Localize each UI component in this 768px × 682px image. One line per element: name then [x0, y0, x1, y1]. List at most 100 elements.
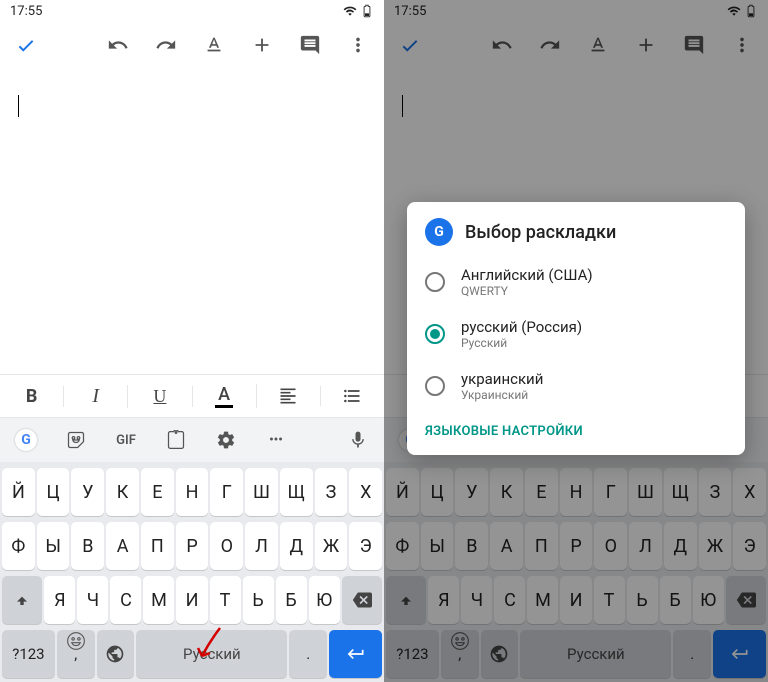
key-letter[interactable]: Т	[210, 576, 241, 624]
layout-option[interactable]: украинский Украинский	[407, 360, 745, 412]
more-button[interactable]: •••	[252, 418, 300, 462]
key-letter[interactable]: К	[106, 468, 139, 516]
key-letter[interactable]: Е	[525, 468, 558, 516]
key-letter[interactable]: Й	[2, 468, 35, 516]
key-letter[interactable]: И	[176, 576, 207, 624]
confirm-button[interactable]	[4, 23, 48, 67]
key-letter[interactable]: Г	[594, 468, 627, 516]
key-letter[interactable]: Я	[44, 576, 75, 624]
insert-button[interactable]	[624, 23, 668, 67]
key-letter[interactable]: О	[594, 522, 627, 570]
undo-button[interactable]	[96, 23, 140, 67]
key-letter[interactable]: К	[490, 468, 523, 516]
key-letter[interactable]: С	[494, 576, 525, 624]
language-switch-key[interactable]	[97, 630, 135, 678]
key-letter[interactable]: Ь	[243, 576, 274, 624]
layout-option[interactable]: русский (Россия) Русский	[407, 308, 745, 360]
key-letter[interactable]: Х	[733, 468, 766, 516]
key-letter[interactable]: В	[455, 522, 488, 570]
layout-option[interactable]: Английский (США) QWERTY	[407, 256, 745, 308]
key-letter[interactable]: Щ	[664, 468, 697, 516]
text-format-button[interactable]	[192, 23, 236, 67]
key-letter[interactable]: Ш	[629, 468, 662, 516]
key-letter[interactable]: П	[141, 522, 174, 570]
key-letter[interactable]: Ф	[386, 522, 419, 570]
text-color-button[interactable]: A	[193, 384, 257, 408]
key-letter[interactable]: Р	[560, 522, 593, 570]
underline-button[interactable]: U	[128, 386, 192, 407]
redo-button[interactable]	[528, 23, 572, 67]
document-area[interactable]	[0, 68, 384, 374]
key-letter[interactable]: Р	[176, 522, 209, 570]
key-letter[interactable]: Д	[664, 522, 697, 570]
key-letter[interactable]: Ч	[77, 576, 108, 624]
key-letter[interactable]: Ч	[461, 576, 492, 624]
confirm-button[interactable]	[388, 23, 432, 67]
period-key[interactable]: .	[289, 630, 327, 678]
key-letter[interactable]: Ц	[421, 468, 454, 516]
key-letter[interactable]: З	[699, 468, 732, 516]
key-letter[interactable]: Л	[629, 522, 662, 570]
enter-key[interactable]	[329, 630, 382, 678]
shift-key[interactable]	[2, 576, 42, 624]
gif-button[interactable]: GIF	[102, 418, 150, 462]
key-letter[interactable]: Л	[245, 522, 278, 570]
key-letter[interactable]: О	[210, 522, 243, 570]
key-letter[interactable]: Э	[733, 522, 766, 570]
redo-button[interactable]	[144, 23, 188, 67]
align-button[interactable]	[257, 386, 321, 406]
key-letter[interactable]: Ф	[2, 522, 35, 570]
key-letter[interactable]: Т	[594, 576, 625, 624]
shift-key[interactable]	[386, 576, 426, 624]
key-letter[interactable]: Х	[349, 468, 382, 516]
key-letter[interactable]: Ы	[421, 522, 454, 570]
key-letter[interactable]: У	[71, 468, 104, 516]
numeric-key[interactable]: ?123	[2, 630, 55, 678]
key-letter[interactable]: Ж	[315, 522, 348, 570]
comment-button[interactable]	[288, 23, 332, 67]
key-letter[interactable]: Ж	[699, 522, 732, 570]
key-letter[interactable]: Э	[349, 522, 382, 570]
clipboard-button[interactable]	[152, 418, 200, 462]
italic-button[interactable]: I	[64, 385, 128, 408]
comma-key[interactable]: ,	[441, 630, 479, 678]
mic-button[interactable]	[334, 418, 382, 462]
undo-button[interactable]	[480, 23, 524, 67]
key-letter[interactable]: А	[490, 522, 523, 570]
text-format-button[interactable]	[576, 23, 620, 67]
list-button[interactable]	[321, 386, 384, 406]
overflow-menu-button[interactable]	[336, 23, 380, 67]
key-letter[interactable]: Ю	[693, 576, 724, 624]
key-letter[interactable]: Н	[176, 468, 209, 516]
key-letter[interactable]: З	[315, 468, 348, 516]
key-letter[interactable]: Щ	[280, 468, 313, 516]
comma-key[interactable]: ,	[57, 630, 95, 678]
key-letter[interactable]: Б	[276, 576, 307, 624]
google-button[interactable]: G	[2, 418, 50, 462]
key-letter[interactable]: Ц	[37, 468, 70, 516]
numeric-key[interactable]: ?123	[386, 630, 439, 678]
key-letter[interactable]: Н	[560, 468, 593, 516]
key-letter[interactable]: П	[525, 522, 558, 570]
key-letter[interactable]: Д	[280, 522, 313, 570]
key-letter[interactable]: И	[560, 576, 591, 624]
language-settings-link[interactable]: ЯЗЫКОВЫЕ НАСТРОЙКИ	[407, 412, 745, 443]
language-switch-key[interactable]	[481, 630, 519, 678]
key-letter[interactable]: М	[143, 576, 174, 624]
key-letter[interactable]: Е	[141, 468, 174, 516]
sticker-button[interactable]	[52, 418, 100, 462]
key-letter[interactable]: А	[106, 522, 139, 570]
spacebar-key[interactable]: Русский	[136, 630, 287, 678]
key-letter[interactable]: Ь	[627, 576, 658, 624]
backspace-key[interactable]	[342, 576, 382, 624]
key-letter[interactable]: Ш	[245, 468, 278, 516]
overflow-menu-button[interactable]	[720, 23, 764, 67]
key-letter[interactable]: Й	[386, 468, 419, 516]
key-letter[interactable]: Г	[210, 468, 243, 516]
key-letter[interactable]: С	[110, 576, 141, 624]
key-letter[interactable]: В	[71, 522, 104, 570]
key-letter[interactable]: Б	[660, 576, 691, 624]
period-key[interactable]: .	[673, 630, 711, 678]
backspace-key[interactable]	[726, 576, 766, 624]
key-letter[interactable]: Я	[428, 576, 459, 624]
